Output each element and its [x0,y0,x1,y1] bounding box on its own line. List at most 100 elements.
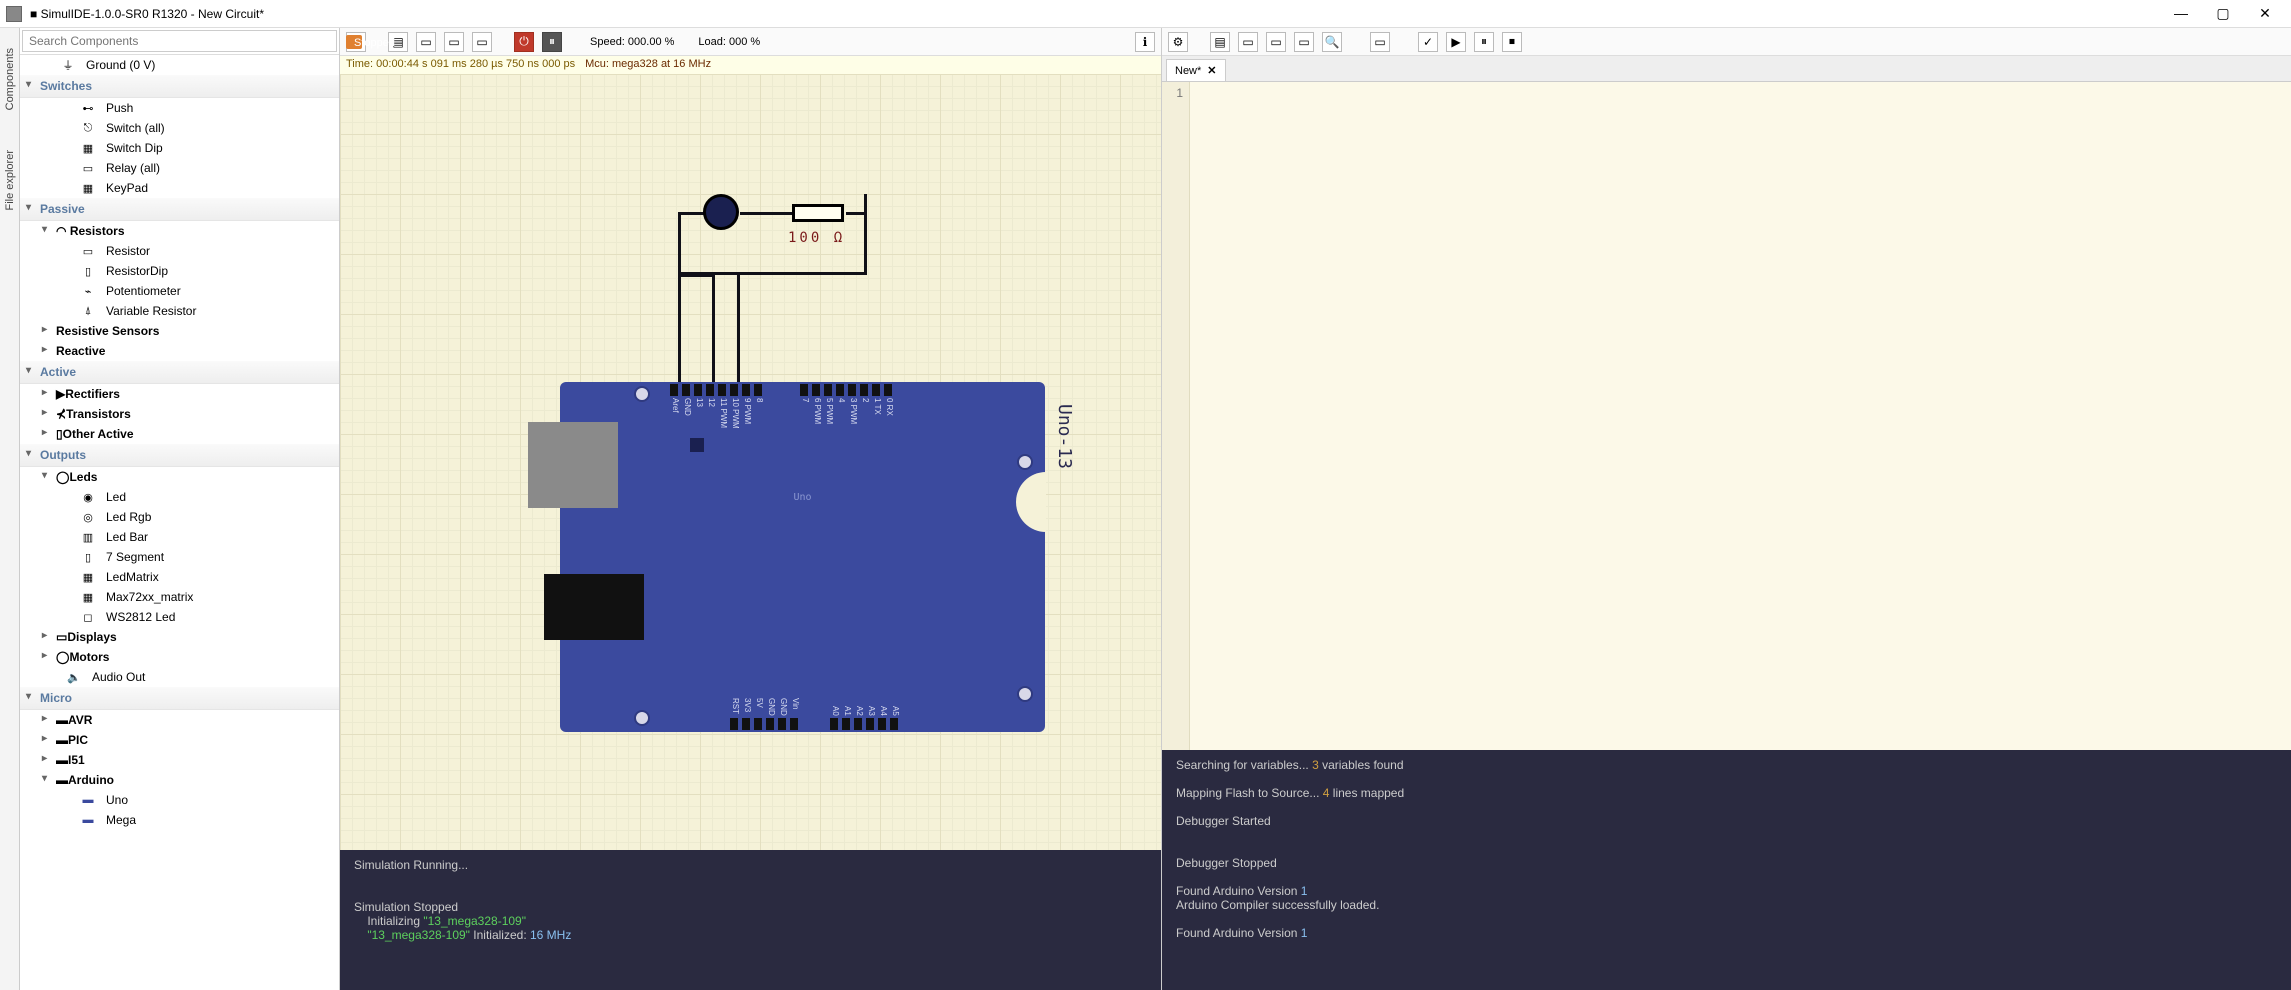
push-icon: ⊷ [78,101,98,115]
item-switch-dip[interactable]: ▦Switch Dip [20,138,339,158]
subcat-displays[interactable]: ▭Displays [20,627,339,647]
maximize-button[interactable]: ▢ [2211,5,2235,22]
category-switches[interactable]: Switches [20,75,339,98]
search-input[interactable] [22,30,337,52]
editor-settings-button[interactable]: ⚙ [1168,32,1188,52]
item-switch-all[interactable]: ⎋Switch (all) [20,118,339,138]
close-button[interactable]: ✕ [2253,5,2277,22]
info-button[interactable]: ℹ [1135,32,1155,52]
save-circuit-button[interactable]: ▭ [444,32,464,52]
arduino-uno-board[interactable]: Uno ArefGND131211 PWM10 PWM9 PWM8 76 PWM… [560,382,1045,732]
subcat-reactive[interactable]: Reactive [20,341,339,361]
compile-button[interactable]: ▭ [1370,32,1390,52]
board-name-label: Uno-13 [1054,404,1075,469]
max72xx-icon: ▦ [78,590,98,604]
resistor-component[interactable] [792,204,844,222]
item-push[interactable]: ⊷Push [20,98,339,118]
wire[interactable] [864,194,867,197]
displays-icon: ▭ [56,630,67,644]
subcat-arduino[interactable]: ▬Arduino [20,770,339,790]
subcat-motors[interactable]: ◯Motors [20,647,339,667]
pin-header-bottom-left[interactable] [730,718,798,730]
item-led[interactable]: ◉Led [20,487,339,507]
wire[interactable] [678,274,714,277]
item-ground[interactable]: ⏚Ground (0 V) [20,55,339,75]
subcat-transistors[interactable]: ⊀Transistors [20,404,339,424]
category-outputs[interactable]: Outputs [20,444,339,467]
tab-components[interactable]: Components [4,48,16,110]
item-audio-out[interactable]: 🔈Audio Out [20,667,339,687]
editor-open-button[interactable]: ▭ [1238,32,1258,52]
category-micro[interactable]: Micro [20,687,339,710]
relay-icon: ▭ [78,161,98,175]
saveas-circuit-button[interactable]: ▭ [472,32,492,52]
item-variable-resistor[interactable]: ⍋Variable Resistor [20,301,339,321]
subcat-pic[interactable]: ▬PIC [20,730,339,750]
mount-hole [634,386,650,402]
board-silk-label: Uno [793,492,811,503]
item-led-bar[interactable]: ▥Led Bar [20,527,339,547]
subcat-resistors[interactable]: ◠ Resistors [20,221,339,241]
led-icon: ◉ [78,490,98,504]
wire[interactable] [864,194,867,274]
wire[interactable] [712,274,715,387]
resistordip-icon: ▯ [78,264,98,278]
item-led-rgb[interactable]: ◎Led Rgb [20,507,339,527]
code-area[interactable] [1190,82,2291,750]
mega-icon: ▬ [78,813,98,827]
code-editor[interactable]: 1 [1162,82,2291,750]
component-tree[interactable]: ⏚Ground (0 V) Switches ⊷Push ⎋Switch (al… [20,55,339,990]
tab-file-explorer[interactable]: File explorer [4,150,16,211]
line-gutter: 1 [1162,82,1190,750]
simulation-console[interactable]: Simulation Running... Simulation Stopped… [340,850,1161,990]
debug-step-button[interactable]: ✓ [1418,32,1438,52]
item-ws2812[interactable]: ◻WS2812 Led [20,607,339,627]
item-uno[interactable]: ▬Uno [20,790,339,810]
category-active[interactable]: Active [20,361,339,384]
led-component[interactable] [703,194,739,230]
pause-button[interactable]: ⏸ [542,32,562,52]
circuit-canvas[interactable]: 100 Ω Uno ArefGND131211 PWM10 [340,74,1161,850]
power-button[interactable]: ⏻ [514,32,534,52]
wire[interactable] [678,212,681,387]
pin-header-top-right[interactable] [800,384,892,396]
item-7segment[interactable]: ▯7 Segment [20,547,339,567]
minimize-button[interactable]: — [2169,5,2193,22]
subcat-resistive-sensors[interactable]: Resistive Sensors [20,321,339,341]
editor-save-button[interactable]: ▭ [1266,32,1286,52]
pin-header-bottom-right[interactable] [830,718,898,730]
item-keypad[interactable]: ▦KeyPad [20,178,339,198]
subcat-rectifiers[interactable]: ▶Rectifiers [20,384,339,404]
wire[interactable] [846,212,866,215]
item-ledmatrix[interactable]: ▦LedMatrix [20,567,339,587]
item-resistor[interactable]: ▭Resistor [20,241,339,261]
debugger-console[interactable]: Searching for variables... 3 variables f… [1162,750,2291,990]
item-max72xx[interactable]: ▦Max72xx_matrix [20,587,339,607]
debug-stop-button[interactable]: ⏹ [1502,32,1522,52]
editor-saveas-button[interactable]: ▭ [1294,32,1314,52]
item-relay[interactable]: ▭Relay (all) [20,158,339,178]
subcat-i51[interactable]: ▬I51 [20,750,339,770]
debug-run-button[interactable]: ▶ [1446,32,1466,52]
category-passive[interactable]: Passive [20,198,339,221]
open-circuit-button[interactable]: ▭ [416,32,436,52]
switch-icon: ⎋ [78,121,98,135]
editor-toolbar: ⚙ ▤ ▭ ▭ ▭ 🔍 ▭ ✓ ▶ ⏸ ⏹ [1162,28,2291,56]
subcat-avr[interactable]: ▬AVR [20,710,339,730]
item-resistor-dip[interactable]: ▯ResistorDip [20,261,339,281]
item-potentiometer[interactable]: ⌁Potentiometer [20,281,339,301]
tab-close-icon[interactable]: ✕ [1207,64,1216,77]
wire[interactable] [737,274,740,387]
editor-tab-new[interactable]: New* ✕ [1166,59,1226,81]
editor-find-button[interactable]: 🔍 [1322,32,1342,52]
item-mega[interactable]: ▬Mega [20,810,339,830]
pin-header-top-left[interactable] [670,384,762,396]
subcat-other-active[interactable]: ▯Other Active [20,424,339,444]
editor-new-button[interactable]: ▤ [1210,32,1230,52]
wire[interactable] [740,212,792,215]
pin-labels-top-right: 76 PWM5 PWM43 PWM21 TX0 RX [798,398,894,424]
debug-pause-button[interactable]: ⏸ [1474,32,1494,52]
avr-icon: ▬ [56,713,68,727]
smd-chip [690,438,704,452]
subcat-leds[interactable]: ◯Leds [20,467,339,487]
